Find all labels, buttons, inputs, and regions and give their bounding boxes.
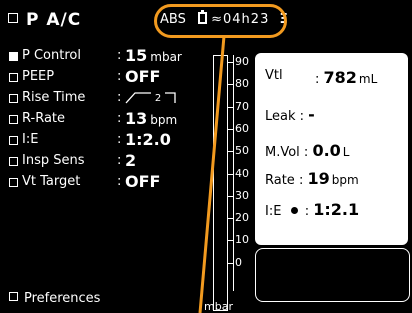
rate-label: Rate : (265, 173, 304, 188)
leak-value: - (308, 105, 315, 124)
leak-label: Leak : (265, 109, 305, 124)
ie-row: I:E : 1:2.1 (265, 200, 359, 219)
rate-unit: bpm (331, 173, 359, 187)
mvol-value: 0.0 (312, 141, 341, 160)
breath-indicator-icon (290, 207, 298, 214)
vti-label: Vtl (265, 68, 283, 83)
vti-value: 782 (323, 68, 357, 87)
ie-label: I:E (265, 204, 282, 219)
mvol-unit: L (342, 145, 350, 159)
mvol-row: M.Vol : 0.0 L (265, 141, 349, 160)
alarm-message-box (255, 248, 410, 302)
mvol-label: M.Vol : (265, 145, 309, 160)
leak-row: Leak : - (265, 105, 315, 124)
ie-colon: : (304, 204, 310, 219)
rate-value: 19 (307, 169, 330, 188)
vti-unit: mL (358, 72, 378, 86)
vti-value-group: : 782 mL (315, 68, 378, 87)
rate-row: Rate : 19 bpm (265, 169, 359, 188)
vti-row: Vtl : 782 mL (265, 68, 377, 87)
ie-value: 1:2.1 (313, 200, 360, 219)
measured-values-panel: Vtl : 782 mL Leak : - M.Vol : 0.0 L Rate :… (255, 53, 408, 245)
